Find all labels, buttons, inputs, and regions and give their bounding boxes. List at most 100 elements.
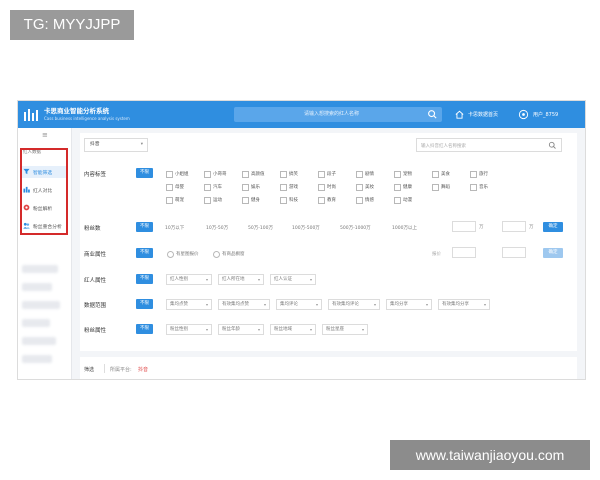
content-tags-label: 内容标签 [84,172,107,178]
checkbox-icon [356,171,363,178]
chevron-down-icon: ▾ [140,142,143,147]
platform-summary-value[interactable]: 抖音 [138,366,148,373]
data-range-any-button[interactable]: 不限 [136,299,153,309]
data-range-select[interactable]: 集均评论 ▾ [276,299,322,310]
content-tag-label: 宠物 [403,172,412,177]
select-value: 有效集均点赞 [222,302,249,307]
content-any-button[interactable]: 不限 [136,168,153,178]
price-max-input[interactable] [502,247,526,258]
fans-range-option[interactable]: 10万-50万 [206,225,228,231]
price-label: 报价 [432,252,441,257]
content-tag-label: 美食 [441,172,450,177]
fans-range-option[interactable]: 50万-100万 [248,225,273,231]
app-title: 卡思商业智能分析系统 [44,107,109,115]
content-tag-label: 舞蹈 [441,185,450,190]
content-tag-label: 情感 [365,198,374,203]
content-tag-label: 萌宠 [175,198,184,203]
fans-region-select[interactable]: 粉丝地域 ▾ [270,324,316,335]
data-range-select[interactable]: 有效集均分享 ▾ [438,299,490,310]
kol-search-input[interactable]: 输入抖音红人名称搜索 [416,138,562,152]
content-tag-label: 健康 [403,185,412,190]
kol-gender-select[interactable]: 红人性别 ▾ [166,274,212,285]
search-icon[interactable] [427,109,438,120]
checkbox-icon [470,184,477,191]
checkbox-icon [166,171,173,178]
fans-range-option[interactable]: 500万-1000万 [340,225,371,231]
fans-attr-any-button[interactable]: 不限 [136,324,153,334]
content-tag-label: 美妆 [365,185,374,190]
blurred-menu-item [22,319,50,327]
checkbox-icon [204,171,211,178]
checkbox-icon [432,184,439,191]
data-range-select[interactable]: 集均点赞 ▾ [166,299,212,310]
user-icon[interactable] [518,109,529,120]
watermark-bottom-right: www.taiwanjiaoyou.com [390,440,590,470]
chevron-down-icon: ▾ [205,277,208,282]
commerce-option-label: 有商品橱窗 [222,252,245,257]
content-tag-label: 搞笑 [289,172,298,177]
platform-value: 抖音 [90,142,100,147]
radio-icon [213,251,220,258]
select-value: 粉丝年龄 [222,327,240,332]
checkbox-icon [394,197,401,204]
home-link[interactable]: 卡思数据首页 [468,111,498,118]
home-icon[interactable] [454,109,465,120]
commerce-any-button[interactable]: 不限 [136,248,153,258]
global-search-placeholder: 请输入想搜索的红人名称 [303,111,359,117]
menu-toggle-icon[interactable]: ≡ [42,132,48,139]
blurred-menu-item [22,301,60,309]
fans-max-input[interactable] [502,221,526,232]
checkbox-icon [318,171,325,178]
kol-verified-select[interactable]: 红人认证 ▾ [270,274,316,285]
chevron-down-icon: ▾ [361,327,364,332]
content-tag-label: 娱乐 [251,185,260,190]
select-value: 集均点赞 [170,302,188,307]
fans-min-input[interactable] [452,221,476,232]
chevron-down-icon: ▾ [373,302,376,307]
checkbox-icon [204,197,211,204]
blurred-menu-item [22,337,56,345]
fans-confirm-button[interactable]: 确定 [543,222,563,232]
platform-select[interactable]: 抖音 ▾ [84,138,148,152]
kol-any-button[interactable]: 不限 [136,274,153,284]
highlight-box [20,148,68,235]
kol-location-select[interactable]: 红人所在地 ▾ [218,274,264,285]
price-min-input[interactable] [452,247,476,258]
content-tag-label: 科技 [289,198,298,203]
watermark-top-left: TG: MYYJJPP [10,10,134,40]
content-tag-label: 汽车 [213,185,222,190]
fans-range-option[interactable]: 100万-500万 [292,225,320,231]
fans-count-label: 粉丝数 [84,226,101,232]
price-confirm-button[interactable]: 确定 [543,248,563,258]
content-tag-label: 游戏 [289,185,298,190]
fans-range-option[interactable]: 1000万以上 [392,225,417,231]
checkbox-icon [432,171,439,178]
filter-summary-label: 筛选 [84,367,95,373]
app-subtitle: Cass business intelligence analysis syst… [44,116,130,121]
checkbox-icon [166,184,173,191]
fans-range-option[interactable]: 10万以下 [165,225,184,231]
checkbox-icon [280,184,287,191]
fans-zodiac-select[interactable]: 粉丝星座 ▾ [322,324,368,335]
radio-icon [167,251,174,258]
content-tag-label: 段子 [327,172,336,177]
fans-any-button[interactable]: 不限 [136,222,153,232]
fans-age-select[interactable]: 粉丝年龄 ▾ [218,324,264,335]
data-range-select[interactable]: 有效集均点赞 ▾ [218,299,270,310]
chevron-down-icon: ▾ [425,302,428,307]
select-value: 集均评论 [280,302,298,307]
sidebar: ≡ 红人数据 智能筛选 红人对比 粉丝解析 粉丝重合分析 [18,128,72,379]
select-value: 集均分享 [390,302,408,307]
chevron-down-icon: ▾ [483,302,486,307]
data-range-select[interactable]: 有效集均评论 ▾ [328,299,380,310]
global-search-input[interactable]: 请输入想搜索的红人名称 [234,107,442,122]
select-value: 红人所在地 [222,277,245,282]
chevron-down-icon: ▾ [263,302,266,307]
user-name[interactable]: 用户_8759 [533,111,558,118]
data-range-select[interactable]: 集均分享 ▾ [386,299,432,310]
content-tag-label: 教育 [327,198,336,203]
fans-gender-select[interactable]: 粉丝性别 ▾ [166,324,212,335]
chevron-down-icon: ▾ [315,302,318,307]
search-icon[interactable] [548,141,557,150]
select-value: 有效集均分享 [442,302,469,307]
